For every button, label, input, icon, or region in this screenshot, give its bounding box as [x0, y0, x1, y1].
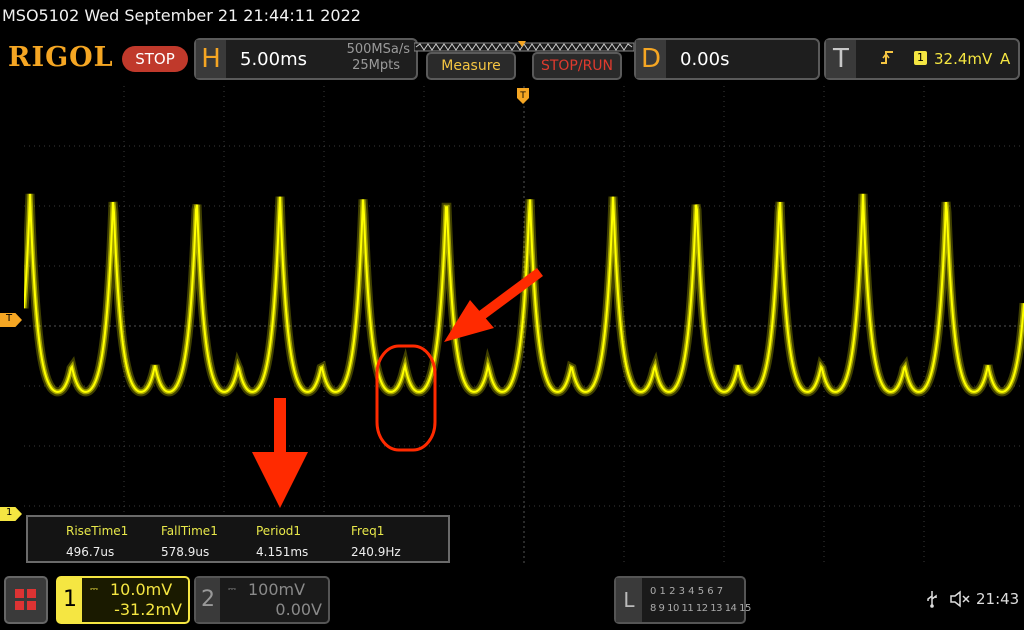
- trigger-level: 32.4mV: [934, 50, 993, 68]
- waveform-display[interactable]: [19, 86, 1024, 566]
- horizontal-panel[interactable]: H 5.00ms 500MSa/s 25Mpts: [194, 38, 418, 80]
- sample-rate: 500MSa/s: [346, 42, 410, 57]
- waveform-graph: [19, 86, 1024, 566]
- measurement-value: 4.151ms: [256, 545, 309, 559]
- measurement-panel[interactable]: RiseTime1 496.7us FallTime1 578.9us Period1 4…: [26, 515, 450, 563]
- dc-coupling-icon: ⎓: [228, 584, 236, 595]
- status-line: MSO5102 Wed September 21 21:44:11 2022: [0, 0, 1024, 34]
- clock-time: 21:43: [976, 590, 1020, 608]
- channel2-box[interactable]: 2 ⎓ 100mV 0.00V: [194, 576, 330, 624]
- logic-channels-row2: 8 9 10 11 12 13 14 15: [650, 603, 751, 614]
- channel1-offset: -31.2mV: [114, 600, 182, 619]
- rising-edge-icon: [880, 49, 894, 71]
- trigger-panel[interactable]: T 1 32.4mV A: [824, 38, 1020, 80]
- memory-depth: 25Mpts: [352, 58, 400, 73]
- channel1-number: 1: [58, 578, 82, 622]
- stop-run-button[interactable]: STOP/RUN: [532, 52, 622, 80]
- trigger-key: T: [826, 40, 856, 78]
- logic-key: L: [616, 578, 642, 622]
- channel1-box[interactable]: 1 ⎓ 10.0mV -31.2mV: [56, 576, 190, 624]
- measure-button[interactable]: Measure: [426, 52, 516, 80]
- rigol-logo: RIGOL: [8, 42, 114, 73]
- channel1-ground-marker-label: 1: [6, 507, 13, 518]
- dc-coupling-icon: ⎓: [90, 584, 98, 595]
- trigger-level-marker-label: T: [6, 313, 13, 324]
- trigger-source-badge: 1: [914, 51, 927, 65]
- timebase-value: 5.00ms: [240, 49, 307, 70]
- trigger-level-marker: T: [0, 313, 22, 327]
- horizontal-key: H: [196, 40, 226, 78]
- menu-grid-icon: [15, 589, 37, 615]
- channel2-scale: 100mV: [248, 580, 306, 599]
- measurement-label: FallTime1: [161, 524, 218, 538]
- usb-icon: [926, 590, 938, 612]
- logic-channels-row1: 0 1 2 3 4 5 6 7: [650, 586, 724, 597]
- logic-channels-box[interactable]: L 0 1 2 3 4 5 6 7 8 9 10 11 12 13 14 15: [614, 576, 751, 624]
- trigger-position-marker: T: [515, 88, 531, 114]
- memory-overview-strip: [413, 38, 635, 52]
- run-state-badge[interactable]: STOP: [122, 46, 188, 72]
- delay-panel[interactable]: D 0.00s: [634, 38, 820, 80]
- status-line-text: MSO5102 Wed September 21 21:44:11 2022: [2, 6, 361, 25]
- measurement-label: RiseTime1: [66, 524, 129, 538]
- channel2-number: 2: [196, 578, 220, 622]
- channel1-scale: 10.0mV: [110, 580, 173, 599]
- measurement-value: 578.9us: [161, 545, 210, 559]
- measurement-label: Period1: [256, 524, 302, 538]
- speaker-muted-icon[interactable]: [950, 590, 972, 612]
- measurement-label: Freq1: [351, 524, 385, 538]
- svg-text:T: T: [519, 91, 526, 101]
- channel1-ground-marker: 1: [0, 507, 22, 521]
- channel2-offset: 0.00V: [275, 600, 322, 619]
- delay-value: 0.00s: [680, 49, 730, 70]
- menu-button[interactable]: [4, 576, 48, 624]
- delay-key: D: [636, 40, 666, 78]
- measurement-value: 496.7us: [66, 545, 115, 559]
- measurement-value: 240.9Hz: [351, 545, 401, 559]
- trigger-mode: A: [1000, 50, 1011, 68]
